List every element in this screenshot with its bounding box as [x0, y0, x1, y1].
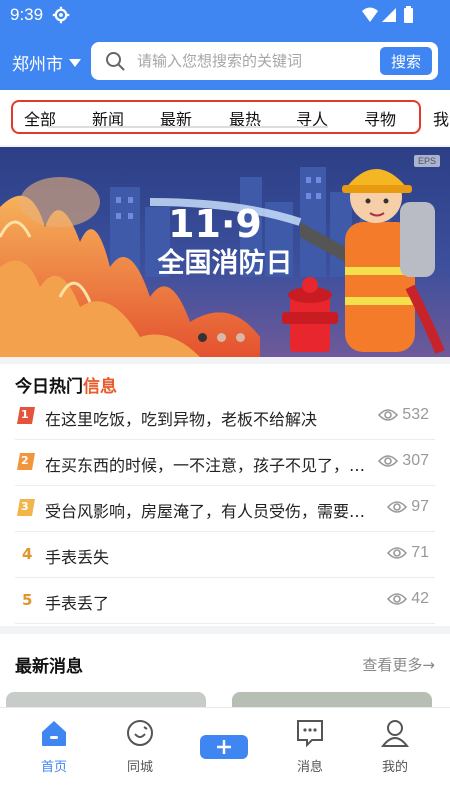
nav-messages[interactable]: 消息 [275, 718, 345, 775]
eye-icon [387, 501, 408, 513]
home-icon [42, 721, 66, 746]
carousel-dot[interactable] [217, 333, 226, 342]
hot-list-item[interactable]: 1 在这里吃饭，吃到异物，老板不给解决 532 [15, 394, 435, 440]
tab-find-item[interactable]: 寻物 [364, 106, 396, 130]
nav-home-label: 首页 [40, 760, 67, 775]
view-more-link[interactable]: 查看更多→ [362, 654, 435, 675]
latest-section-title: 最新消息 [15, 657, 83, 677]
eye-icon [378, 455, 399, 467]
tabs-highlight-box [11, 100, 421, 134]
view-count-value: 42 [411, 590, 429, 607]
carousel-dots [198, 333, 245, 342]
battery-icon [404, 8, 413, 23]
tabs-scroll-indicator [48, 126, 328, 128]
rank-number: 3 [21, 500, 29, 513]
plus-icon [217, 740, 231, 754]
banner-title-number: 11·9 [168, 202, 262, 246]
view-count-value: 97 [411, 498, 429, 515]
status-bar: 9:39 [0, 0, 450, 32]
city-selector[interactable]: 郑州市 [12, 50, 81, 75]
carousel-dot-active[interactable] [198, 333, 207, 342]
search-icon [106, 52, 125, 71]
search-input[interactable] [137, 52, 357, 70]
rank-number: 2 [21, 454, 29, 467]
view-count: 307 [378, 452, 429, 470]
view-count-value: 71 [411, 544, 429, 561]
status-time: 9:39 [10, 5, 44, 24]
view-count-value: 532 [402, 406, 429, 423]
view-count: 532 [378, 406, 429, 424]
eps-tag: EPS [413, 155, 440, 167]
rank-number: 4 [22, 545, 33, 563]
nav-messages-label: 消息 [296, 760, 323, 775]
banner-carousel[interactable]: 11·9 全国消防日 EPS [0, 147, 450, 357]
nav-home[interactable]: 首页 [19, 718, 89, 775]
city-label: 郑州市 [12, 55, 63, 75]
user-icon [380, 720, 410, 747]
search-bar: 搜索 [91, 42, 438, 80]
view-count-value: 307 [402, 452, 429, 469]
smile-circle-icon [127, 720, 153, 746]
nav-mine[interactable]: 我的 [360, 718, 430, 775]
search-button[interactable]: 搜索 [380, 47, 432, 75]
tab-mine-partial[interactable]: 我 [433, 106, 449, 130]
hot-item-title: 手表丢了 [45, 594, 110, 613]
dropdown-triangle-icon [69, 58, 81, 67]
eye-icon [387, 593, 408, 605]
eye-icon [378, 409, 399, 421]
hot-item-title: 在这里吃饭，吃到异物，老板不给解决 [45, 410, 318, 429]
hot-item-title: 手表丢失 [45, 548, 110, 567]
eye-icon [387, 547, 408, 559]
hot-item-title: 在买东西的时候，一不注意，孩子不见了，就… [45, 456, 375, 475]
publish-button[interactable] [200, 735, 248, 759]
view-count: 71 [387, 544, 429, 562]
wifi-icon [362, 7, 378, 22]
view-count: 97 [387, 498, 429, 516]
view-count: 42 [387, 590, 429, 608]
hot-item-title: 受台风影响，房屋淹了，有人员受伤，需要紧… [45, 502, 375, 521]
rank-number: 1 [21, 408, 29, 421]
category-tabs: 全部 新闻 最新 最热 寻人 寻物 我 [0, 90, 450, 145]
banner-title-text: 全国消防日 [157, 247, 293, 279]
message-icon [297, 720, 323, 748]
bottom-navigation: 首页 同城 消息 我的 [0, 707, 450, 800]
nav-city-label: 同城 [126, 760, 153, 775]
latest-news-section: 最新消息 查看更多→ [0, 634, 450, 714]
nav-city[interactable]: 同城 [105, 718, 175, 775]
hot-list-item[interactable]: 5 手表丢了 42 [15, 578, 435, 624]
hot-list-item[interactable]: 4 手表丢失 71 [15, 532, 435, 578]
rank-number: 5 [22, 591, 33, 609]
nav-mine-label: 我的 [381, 760, 408, 775]
settings-gear-icon [52, 6, 70, 24]
hot-list-item[interactable]: 2 在买东西的时候，一不注意，孩子不见了，就… 307 [15, 440, 435, 486]
banner-image: 11·9 全国消防日 [0, 147, 450, 357]
carousel-dot[interactable] [236, 333, 245, 342]
status-indicators [362, 6, 413, 23]
hot-info-section: 今日热门信息 1 在这里吃饭，吃到异物，老板不给解决 532 2 在买东西的时候… [0, 364, 450, 626]
hot-list-item[interactable]: 3 受台风影响，房屋淹了，有人员受伤，需要紧… 97 [15, 486, 435, 532]
signal-icon [382, 8, 396, 22]
